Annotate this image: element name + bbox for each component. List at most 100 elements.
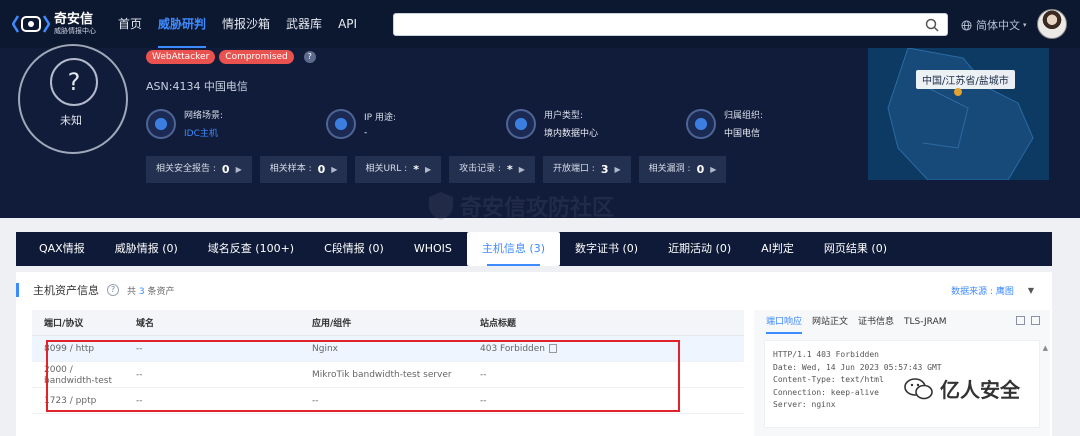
watermark-text: 奇安信攻防社区 [460, 196, 615, 221]
stat-label: 开放端口 : [552, 164, 595, 174]
attribute-value: 中国电信 [724, 129, 761, 139]
stat-value: 0 [221, 163, 230, 176]
tab-web-results[interactable]: 网页结果 (0) [809, 232, 902, 266]
stat-open-ports[interactable]: 开放端口 : 3 ▶ [542, 156, 631, 183]
table-row[interactable]: 1723 / pptp -- -- -- [32, 388, 744, 414]
tab-port-response[interactable]: 端口响应 [766, 310, 803, 334]
help-icon[interactable]: ? [303, 51, 316, 63]
stat-label: 相关URL : [365, 164, 408, 174]
ip-usage-icon [326, 108, 356, 139]
copy-icon[interactable] [548, 343, 557, 353]
column-header[interactable]: 应用/组件 [300, 316, 468, 329]
network-icon [146, 108, 176, 139]
asn-info: ASN:4134 中国电信 [146, 80, 248, 93]
scroll-up-icon[interactable]: ▲ [1043, 344, 1048, 352]
stat-label: 相关漏洞 : [648, 164, 691, 174]
response-panel: 端口响应 网站正文 证书信息 TLS-JRAM HTTP/1.1 403 For… [754, 310, 1050, 436]
tab-whois[interactable]: WHOIS [399, 232, 467, 266]
tab-domain-lookup[interactable]: 域名反查 (100+) [193, 232, 309, 266]
stat-samples[interactable]: 相关样本 : 0 ▶ [259, 156, 348, 183]
ip-attributes: 网络场景: IDC主机 IP 用途: - 用户类型: 境内数据中心 归属组织: … [146, 108, 866, 139]
column-header[interactable]: 端口/协议 [32, 316, 124, 329]
site-title: 403 Forbidden [480, 343, 545, 354]
attribute-organization: 归属组织: 中国电信 [686, 108, 866, 139]
attribute-value[interactable]: IDC主机 [184, 126, 223, 139]
language-selector[interactable]: 简体中文 ▾ [961, 17, 1027, 33]
tab-c-segment[interactable]: C段情报 (0) [309, 232, 399, 266]
copy-icon[interactable] [1031, 316, 1040, 325]
footer-brand: 亿人安全 [904, 374, 1020, 403]
tag-list: WebAttacker Compromised ? [146, 50, 316, 64]
tab-host-info[interactable]: 主机信息 (3) [466, 232, 560, 266]
tab-certificates[interactable]: 数字证书 (0) [560, 232, 653, 266]
stat-value: 0 [696, 163, 705, 176]
avatar[interactable] [1037, 9, 1067, 39]
cell-app: Nginx [312, 343, 338, 354]
stat-value: * [413, 163, 419, 176]
stat-vulnerabilities[interactable]: 相关漏洞 : 0 ▶ [638, 156, 727, 183]
svg-text:?: ? [68, 68, 81, 96]
help-icon[interactable]: ? [107, 284, 119, 296]
stat-attack-records[interactable]: 攻击记录 : * ▶ [449, 156, 535, 183]
caret-right-icon: ▶ [710, 165, 717, 174]
tab-cert-info[interactable]: 证书信息 [858, 310, 894, 334]
search-icon[interactable] [925, 18, 939, 32]
data-source[interactable]: 数据来源 : 鹰图 ▼ [951, 284, 1034, 297]
chevron-down-icon[interactable]: ▼ [1028, 286, 1034, 295]
unknown-badge: ? 未知 [18, 44, 128, 154]
cell-domain: -- [136, 395, 143, 406]
nav-arsenal[interactable]: 武器库 [278, 0, 330, 48]
nav-sandbox[interactable]: 情报沙箱 [214, 0, 278, 48]
response-tabs: 端口响应 网站正文 证书信息 TLS-JRAM [754, 310, 1050, 334]
host-asset-panel: 主机资产信息 ? 共 3 条资产 数据来源 : 鹰图 ▼ 端口/协议 域名 应用… [16, 272, 1052, 436]
stat-label: 相关样本 : [269, 164, 312, 174]
cell-port: 1723 / pptp [44, 395, 97, 406]
count-prefix: 共 [127, 286, 137, 297]
stat-security-reports[interactable]: 相关安全报告 : 0 ▶ [146, 156, 252, 183]
cell-title: -- [480, 369, 487, 380]
panel-accent-bar [16, 283, 19, 297]
cell-title: 403 Forbidden [468, 343, 744, 354]
tag[interactable]: WebAttacker [146, 50, 216, 64]
attribute-value: - [364, 127, 368, 138]
tab-threat-intel[interactable]: 威胁情报 (0) [100, 232, 193, 266]
tab-ai-verdict[interactable]: AI判定 [746, 232, 809, 266]
detail-tabs: QAX情报 威胁情报 (0) 域名反查 (100+) C段情报 (0) WHOI… [16, 232, 1052, 266]
cell-port: 2000 / bandwidth-test [44, 364, 112, 386]
stat-value: 3 [600, 163, 609, 176]
question-icon: ? [50, 58, 98, 106]
location-map[interactable]: 中国/江苏省/盐城市 [868, 48, 1049, 180]
nav-threat-analysis[interactable]: 威胁研判 [150, 0, 214, 48]
count-number: 3 [138, 286, 145, 297]
chevron-down-icon: ▾ [1023, 21, 1027, 29]
search-input[interactable] [402, 14, 912, 35]
logo[interactable]: 奇安信 威胁情报中心 [11, 12, 104, 36]
tab-qax-intel[interactable]: QAX情报 [24, 232, 100, 266]
wechat-icon [904, 377, 933, 399]
stat-value: * [507, 163, 513, 176]
caret-right-icon: ▶ [518, 165, 525, 174]
table-row[interactable]: 2000 / bandwidth-test -- MikroTik bandwi… [32, 362, 744, 388]
asset-count: 共 3 条资产 [127, 284, 175, 297]
fullscreen-icon[interactable] [1016, 316, 1025, 325]
tab-page-body[interactable]: 网站正文 [812, 310, 848, 334]
tab-tls-jram[interactable]: TLS-JRAM [904, 310, 946, 334]
cell-app: MikroTik bandwidth-test server [312, 369, 452, 380]
cell-app: -- [312, 395, 319, 406]
tag[interactable]: Compromised [219, 50, 294, 64]
logo-subtitle: 威胁情报中心 [54, 26, 96, 35]
column-header[interactable]: 域名 [124, 316, 300, 329]
column-header[interactable]: 站点标题 [468, 316, 744, 329]
stat-value: 0 [317, 163, 326, 176]
nav-home[interactable]: 首页 [110, 0, 150, 48]
attribute-label: 用户类型: [544, 111, 584, 121]
stat-urls[interactable]: 相关URL : * ▶ [355, 156, 442, 183]
shield-icon [429, 192, 453, 220]
tab-recent-activity[interactable]: 近期活动 (0) [653, 232, 746, 266]
nav-api[interactable]: API [330, 0, 365, 48]
panel-header: 主机资产信息 ? 共 3 条资产 [16, 282, 175, 298]
data-source-label: 数据来源 : 鹰图 [951, 287, 1014, 297]
table-row[interactable]: 8099 / http -- Nginx 403 Forbidden [32, 336, 744, 362]
user-type-icon [506, 108, 536, 139]
attribute-ip-usage: IP 用途: - [326, 108, 506, 139]
